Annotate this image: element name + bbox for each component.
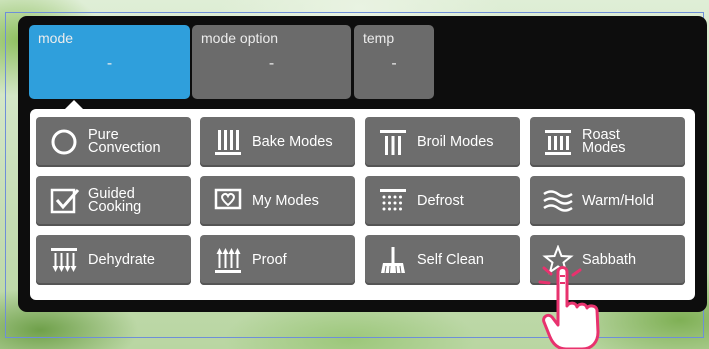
guided-cooking-button[interactable]: Guided Cooking [36, 176, 191, 226]
roast-modes-button[interactable]: Roast Modes [530, 117, 685, 167]
broil-modes-button[interactable]: Broil Modes [365, 117, 520, 167]
tab-mode[interactable]: mode - [29, 25, 190, 99]
pointing-hand-icon [538, 266, 600, 349]
self-clean-button[interactable]: Self Clean [365, 235, 520, 285]
button-label: Bake Modes [252, 133, 333, 150]
roast-modes-icon [545, 130, 571, 155]
button-label: Defrost [417, 192, 464, 209]
tab-label: mode [38, 30, 74, 46]
guided-cooking-icon [50, 188, 80, 214]
dehydrate-icon [51, 248, 77, 272]
proof-button[interactable]: Proof [200, 235, 355, 285]
tab-value: - [268, 55, 275, 72]
frame-border [5, 12, 704, 13]
warm-hold-button[interactable]: Warm/Hold [530, 176, 685, 226]
defrost-icon [380, 189, 406, 211]
tab-temp[interactable]: temp - [354, 25, 434, 99]
button-label: Warm/Hold [582, 192, 654, 209]
tab-value: - [391, 55, 397, 72]
warm-hold-icon [543, 190, 573, 212]
proof-icon [215, 248, 241, 273]
dehydrate-button[interactable]: Dehydrate [36, 235, 191, 285]
button-label: My Modes [252, 192, 319, 209]
self-clean-broom-icon [381, 247, 405, 274]
tab-label: mode option [201, 30, 279, 46]
button-label: Guided Cooking [88, 186, 142, 215]
tab-mode-option[interactable]: mode option - [192, 25, 351, 99]
circle-icon [51, 129, 77, 155]
tab-value: - [106, 55, 113, 72]
bake-modes-button[interactable]: Bake Modes [200, 117, 355, 167]
defrost-button[interactable]: Defrost [365, 176, 520, 226]
button-label: Proof [252, 251, 287, 268]
my-modes-heart-icon [214, 188, 242, 210]
button-label: Pure Convection [88, 127, 161, 156]
button-label: Roast Modes [582, 127, 626, 156]
broil-modes-icon [380, 130, 406, 155]
my-modes-button[interactable]: My Modes [200, 176, 355, 226]
pure-convection-button[interactable]: Pure Convection [36, 117, 191, 167]
button-label: Broil Modes [417, 133, 494, 150]
tab-label: temp [363, 30, 395, 46]
bake-modes-icon [215, 130, 241, 155]
frame-border [5, 12, 6, 338]
button-label: Dehydrate [88, 251, 155, 268]
button-label: Self Clean [417, 251, 484, 268]
